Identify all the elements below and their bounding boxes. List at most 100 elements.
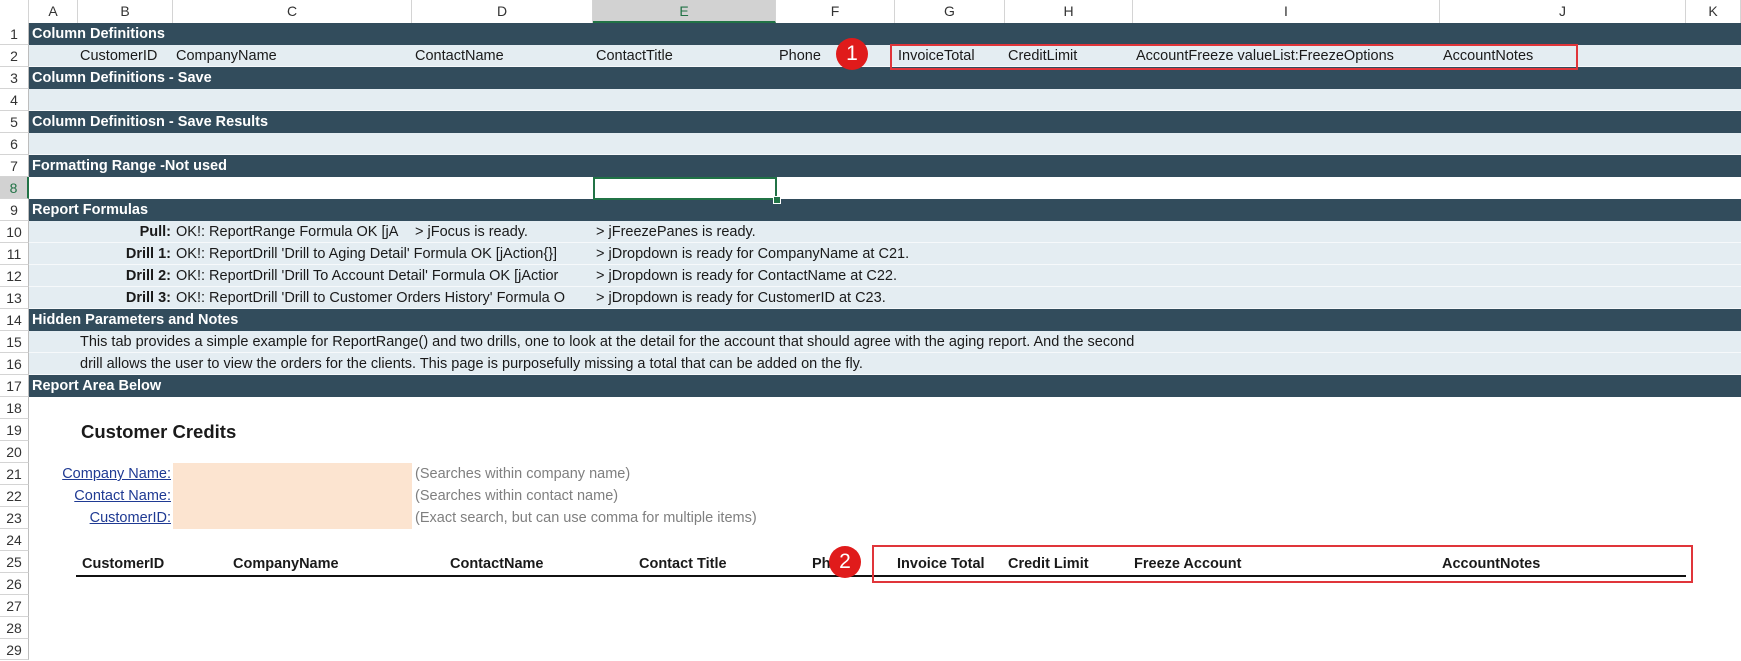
filter-hint-company-name: (Searches within company name)	[415, 466, 631, 482]
callout-box-1	[890, 44, 1578, 70]
section-title-save-results: Column Definitiosn - Save Results	[32, 114, 269, 130]
formula-label-drill2: Drill 2:	[125, 268, 171, 284]
band-row-6	[29, 133, 1741, 155]
row-header-9[interactable]: 9	[0, 199, 29, 221]
column-header-bar: A B C D E F G H I J K	[0, 0, 1741, 24]
section-title-column-definitions: Column Definitions	[32, 26, 165, 42]
company-name-filter-input[interactable]	[173, 463, 412, 485]
section-band-save	[29, 67, 1741, 89]
section-band-hidden-params	[29, 309, 1741, 331]
formula-status-drill3[interactable]: OK!: ReportDrill 'Drill to Customer Orde…	[176, 290, 592, 306]
filter-hint-customer-id: (Exact search, but can use comma for mul…	[415, 510, 757, 526]
filter-label-customer-id[interactable]: CustomerID:	[36, 510, 171, 526]
formula-label-drill1: Drill 1:	[125, 246, 171, 262]
section-title-hidden-params: Hidden Parameters and Notes	[32, 312, 239, 328]
coldef-company-name[interactable]: CompanyName	[176, 48, 277, 64]
column-header-f[interactable]: F	[776, 0, 895, 23]
row-header-18[interactable]: 18	[0, 397, 29, 419]
row-header-10[interactable]: 10	[0, 221, 29, 243]
formula-label-drill3: Drill 3:	[125, 290, 171, 306]
formula-status-drill2[interactable]: OK!: ReportDrill 'Drill To Account Detai…	[176, 268, 592, 284]
report-title: Customer Credits	[81, 421, 237, 442]
coldef-contact-title[interactable]: ContactTitle	[596, 48, 673, 64]
row-header-16[interactable]: 16	[0, 353, 29, 375]
formula-result-pull-freeze: > jFreezePanes is ready.	[596, 224, 756, 240]
row-header-8[interactable]: 8	[0, 177, 29, 199]
column-header-i[interactable]: I	[1133, 0, 1440, 23]
row-header-28[interactable]: 28	[0, 617, 29, 639]
band-row-4	[29, 89, 1741, 111]
formula-result-drill2: > jDropdown is ready for ContactName at …	[596, 268, 898, 284]
section-band-column-definitions	[29, 23, 1741, 45]
row-header-27[interactable]: 27	[0, 595, 29, 617]
formula-result-pull-focus: > jFocus is ready.	[415, 224, 528, 240]
callout-box-2	[872, 545, 1693, 583]
row-header-17[interactable]: 17	[0, 375, 29, 397]
section-title-save: Column Definitions - Save	[32, 70, 212, 86]
row-header-1[interactable]: 1	[0, 23, 29, 45]
section-band-save-results	[29, 111, 1741, 133]
column-header-k[interactable]: K	[1686, 0, 1741, 23]
row-header-20[interactable]: 20	[0, 441, 29, 463]
row-header-14[interactable]: 14	[0, 309, 29, 331]
section-band-report-formulas	[29, 199, 1741, 221]
column-header-j[interactable]: J	[1440, 0, 1686, 23]
coldef-contact-name[interactable]: ContactName	[415, 48, 504, 64]
coldef-customer-id[interactable]: CustomerID	[80, 48, 157, 64]
formula-status-drill1[interactable]: OK!: ReportDrill 'Drill to Aging Detail'…	[176, 246, 592, 262]
row-header-25[interactable]: 25	[0, 551, 29, 573]
row-header-4[interactable]: 4	[0, 89, 29, 111]
column-header-g[interactable]: G	[895, 0, 1005, 23]
column-header-a[interactable]: A	[29, 0, 78, 23]
row-header-2[interactable]: 2	[0, 45, 29, 67]
active-cell-e8[interactable]	[593, 177, 777, 200]
column-header-b[interactable]: B	[78, 0, 173, 23]
row-header-23[interactable]: 23	[0, 507, 29, 529]
customer-id-filter-input[interactable]	[173, 507, 412, 529]
column-header-h[interactable]: H	[1005, 0, 1133, 23]
column-header-c[interactable]: C	[173, 0, 412, 23]
filter-hint-contact-name: (Searches within contact name)	[415, 488, 619, 504]
row-header-26[interactable]: 26	[0, 573, 29, 595]
row-header-6[interactable]: 6	[0, 133, 29, 155]
row-header-29[interactable]: 29	[0, 639, 29, 660]
row-header-13[interactable]: 13	[0, 287, 29, 309]
section-band-formatting	[29, 155, 1741, 177]
row-header-11[interactable]: 11	[0, 243, 29, 265]
row-header-24[interactable]: 24	[0, 529, 29, 551]
row-header-3[interactable]: 3	[0, 67, 29, 89]
column-header-e[interactable]: E	[593, 0, 776, 23]
section-title-report-formulas: Report Formulas	[32, 202, 149, 218]
report-header-contact-title[interactable]: Contact Title	[639, 556, 727, 572]
report-header-phone[interactable]: Ph	[812, 556, 831, 572]
row-header-22[interactable]: 22	[0, 485, 29, 507]
callout-badge-2: 2	[829, 546, 861, 578]
formula-status-pull[interactable]: OK!: ReportRange Formula OK [jA	[176, 224, 592, 240]
formula-result-drill3: > jDropdown is ready for CustomerID at C…	[596, 290, 886, 306]
filter-label-contact-name[interactable]: Contact Name:	[36, 488, 171, 504]
section-title-report-area: Report Area Below	[32, 378, 162, 394]
row-header-12[interactable]: 12	[0, 265, 29, 287]
section-band-report-area	[29, 375, 1741, 397]
coldef-phone[interactable]: Phone	[779, 48, 821, 64]
column-header-d[interactable]: D	[412, 0, 593, 23]
row-header-19[interactable]: 19	[0, 419, 29, 441]
report-header-contact-name[interactable]: ContactName	[450, 556, 543, 572]
notes-line-1: This tab provides a simple example for R…	[80, 334, 1135, 350]
formula-label-pull: Pull:	[139, 224, 171, 240]
callout-badge-1: 1	[836, 38, 868, 70]
notes-line-2: drill allows the user to view the orders…	[80, 356, 863, 372]
report-header-company-name[interactable]: CompanyName	[233, 556, 339, 572]
formula-result-drill1: > jDropdown is ready for CompanyName at …	[596, 246, 910, 262]
fill-handle[interactable]	[773, 196, 781, 204]
row-header-7[interactable]: 7	[0, 155, 29, 177]
select-all-corner[interactable]	[0, 0, 29, 23]
report-header-customer-id[interactable]: CustomerID	[82, 556, 164, 572]
contact-name-filter-input[interactable]	[173, 485, 412, 507]
section-title-formatting: Formatting Range -Not used	[32, 158, 227, 174]
filter-label-company-name[interactable]: Company Name:	[36, 466, 171, 482]
row-header-15[interactable]: 15	[0, 331, 29, 353]
band-row-8	[29, 177, 1741, 199]
row-header-21[interactable]: 21	[0, 463, 29, 485]
row-header-5[interactable]: 5	[0, 111, 29, 133]
